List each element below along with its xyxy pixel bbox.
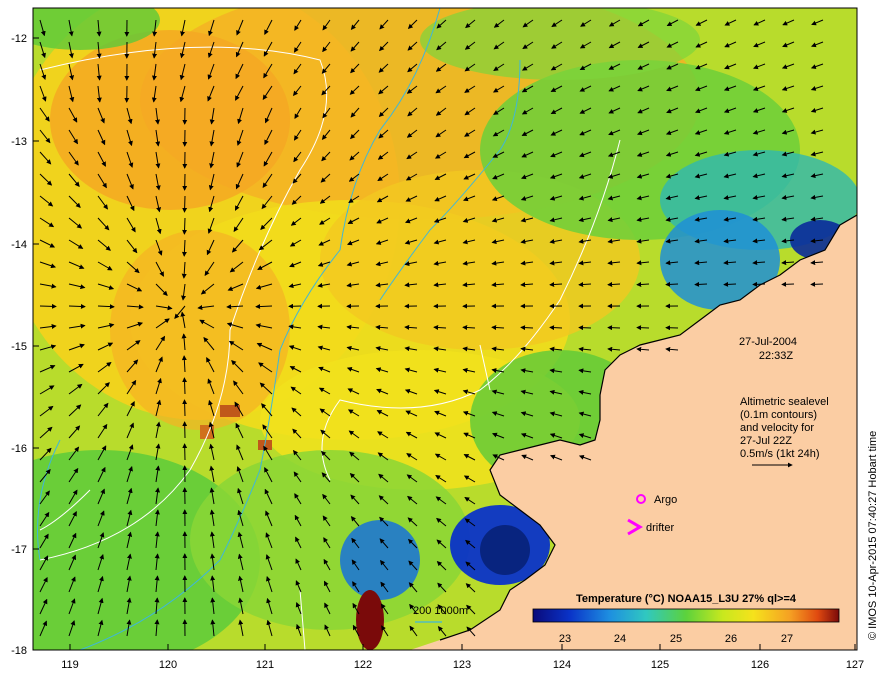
velocity-arrow	[462, 325, 476, 331]
svg-text:126: 126	[751, 659, 769, 671]
velocity-arrow	[255, 304, 273, 310]
svg-text:and velocity for: and velocity for	[740, 422, 814, 434]
colorbar-tick: 25	[670, 633, 682, 645]
velocity-arrow	[182, 195, 188, 213]
velocity-arrow	[607, 281, 621, 287]
velocity-arrow	[694, 281, 708, 287]
colorbar-tick: 24	[614, 633, 626, 645]
credit-text: © IMOS 10-Apr-2015 07:40:27 Hobart time	[867, 431, 879, 640]
velocity-arrow	[723, 281, 737, 287]
velocity-arrow	[578, 325, 592, 331]
velocity-arrow	[752, 281, 766, 287]
velocity-arrow	[39, 303, 57, 309]
latitude-axis: -12 -13 -14 -15 -16 -17 -18	[11, 33, 27, 657]
svg-text:-15: -15	[11, 341, 27, 353]
colorbar-tick: 23	[559, 633, 571, 645]
velocity-arrow	[491, 325, 505, 331]
svg-text:125: 125	[651, 659, 669, 671]
drifter-label: drifter	[646, 522, 674, 534]
velocity-arrow	[182, 377, 188, 395]
svg-text:-14: -14	[11, 239, 27, 251]
svg-text:0.5m/s (1kt 24h): 0.5m/s (1kt 24h)	[740, 448, 819, 460]
sst-field: Argo drifter 27-Jul-2004 22:33Z Altimetr…	[33, 8, 857, 650]
svg-text:Altimetric sealevel: Altimetric sealevel	[740, 396, 829, 408]
svg-text:27-Jul 22Z: 27-Jul 22Z	[740, 435, 792, 447]
svg-text:-17: -17	[11, 544, 27, 556]
svg-text:-18: -18	[11, 645, 27, 657]
velocity-arrow	[182, 399, 188, 417]
velocity-arrow	[520, 325, 534, 331]
velocity-arrow	[68, 303, 86, 309]
svg-text:122: 122	[354, 659, 372, 671]
argo-label: Argo	[654, 494, 677, 506]
svg-text:121: 121	[256, 659, 274, 671]
svg-text:(0.1m contours): (0.1m contours)	[740, 409, 817, 421]
velocity-arrow	[636, 325, 650, 331]
velocity-arrow	[636, 281, 650, 287]
svg-text:200 1000m: 200 1000m	[413, 605, 468, 617]
sst-map: Argo drifter 27-Jul-2004 22:33Z Altimetr…	[11, 7, 879, 671]
colorbar-tick: 27	[781, 633, 793, 645]
longitude-axis: 119 120 121 122 123 124 125 126 127	[61, 659, 864, 671]
svg-text:-12: -12	[11, 33, 27, 45]
svg-text:124: 124	[553, 659, 571, 671]
velocity-arrow	[781, 281, 795, 287]
date-text: 27-Jul-2004	[739, 336, 797, 348]
time-text: 22:33Z	[759, 350, 794, 362]
velocity-arrow	[810, 281, 824, 287]
velocity-arrow	[549, 325, 563, 331]
svg-text:-13: -13	[11, 136, 27, 148]
svg-text:127: 127	[846, 659, 864, 671]
svg-text:123: 123	[453, 659, 471, 671]
velocity-arrow	[665, 281, 679, 287]
colorbar-title: Temperature (°C) NOAA15_L3U 27% ql>=4	[576, 593, 797, 605]
svg-text:-16: -16	[11, 443, 27, 455]
svg-text:120: 120	[159, 659, 177, 671]
velocity-arrow	[607, 325, 621, 331]
colorbar-tick: 26	[725, 633, 737, 645]
velocity-arrow	[182, 217, 188, 235]
svg-text:119: 119	[61, 659, 79, 671]
